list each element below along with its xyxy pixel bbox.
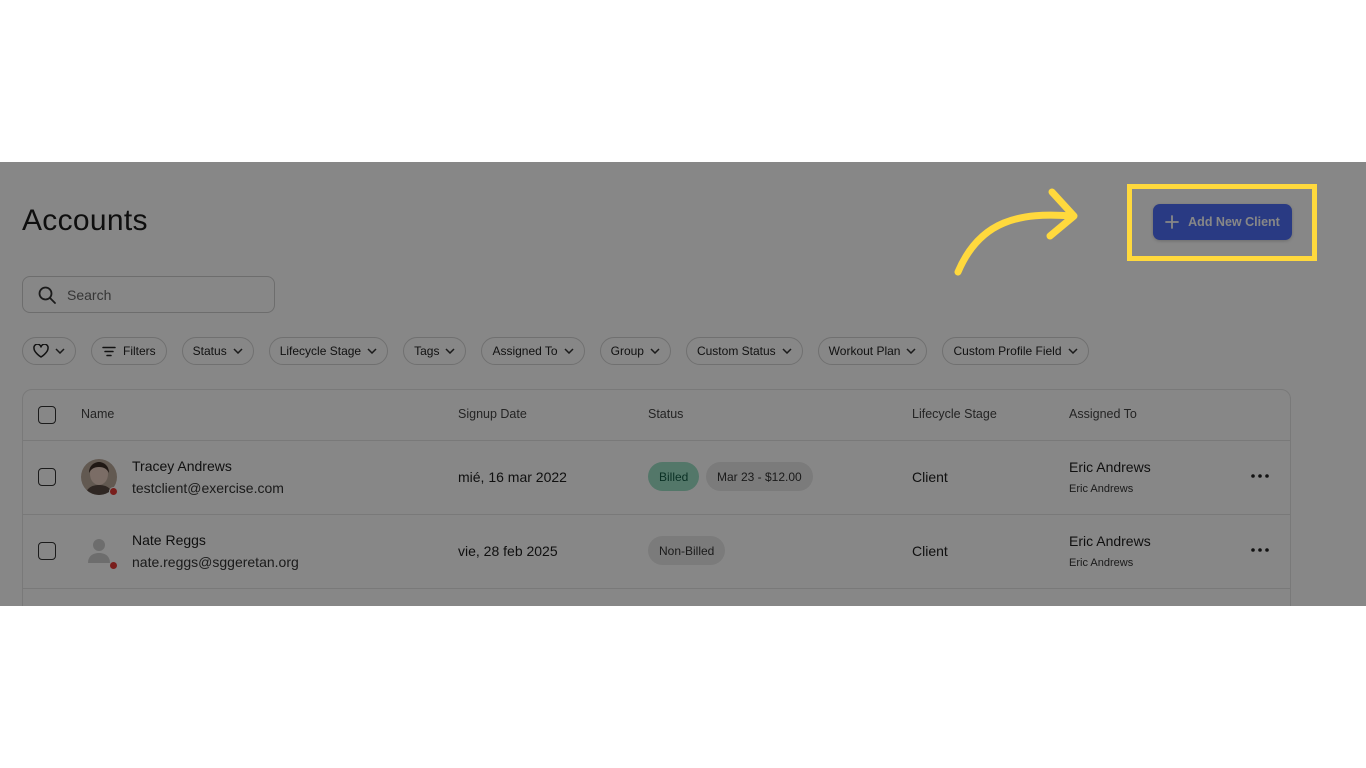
- column-header-lifecycle-stage[interactable]: Lifecycle Stage: [912, 407, 997, 421]
- chevron-down-icon: [233, 348, 243, 354]
- lifecycle-stage-filter[interactable]: Lifecycle Stage: [268, 337, 389, 365]
- chevron-down-icon: [1068, 348, 1078, 354]
- search-box[interactable]: [22, 276, 275, 313]
- chevron-down-icon: [55, 348, 65, 354]
- status-badge: Non-Billed: [648, 536, 726, 565]
- client-name[interactable]: Tracey Andrews: [132, 458, 232, 474]
- chevron-down-icon: [445, 348, 455, 354]
- column-header-status[interactable]: Status: [648, 407, 683, 421]
- page-title: Accounts: [22, 204, 148, 237]
- assigned-to-sub: Eric Andrews: [1069, 483, 1134, 495]
- table-row[interactable]: Nate Reggs nate.reggs@sggeretan.org vie,…: [23, 514, 1290, 589]
- select-all-checkbox[interactable]: [38, 406, 56, 424]
- filter-label: Custom Status: [696, 344, 776, 358]
- custom-profile-field-filter[interactable]: Custom Profile Field: [942, 337, 1089, 365]
- favorites-filter[interactable]: [22, 337, 76, 365]
- column-header-assigned-to[interactable]: Assigned To: [1069, 407, 1137, 421]
- more-options-icon[interactable]: [1251, 468, 1271, 484]
- row-checkbox[interactable]: [38, 542, 56, 560]
- chevron-down-icon: [906, 348, 917, 354]
- filter-bar: Filters Status Lifecycle Stage Tags Assi…: [22, 337, 1089, 365]
- status-badge: Billed: [648, 462, 700, 491]
- client-email: testclient@exercise.com: [132, 480, 284, 496]
- tags-filter[interactable]: Tags: [403, 337, 467, 365]
- search-input[interactable]: [65, 285, 259, 304]
- status-dot: [109, 487, 118, 496]
- clients-table: Name Signup Date Status Lifecycle Stage …: [22, 389, 1291, 606]
- lifecycle-stage: Client: [912, 469, 948, 485]
- column-header-name[interactable]: Name: [81, 407, 114, 421]
- filter-label: Tags: [414, 344, 440, 358]
- custom-status-filter[interactable]: Custom Status: [685, 337, 803, 365]
- filter-label: Status: [192, 344, 227, 358]
- lifecycle-stage: Client: [912, 543, 948, 559]
- table-row[interactable]: Tracey Andrews testclient@exercise.com m…: [23, 440, 1290, 515]
- client-name[interactable]: Nate Reggs: [132, 532, 206, 548]
- assigned-to-sub: Eric Andrews: [1069, 557, 1134, 569]
- status-filter[interactable]: Status: [181, 337, 254, 365]
- assigned-to: Eric Andrews: [1069, 459, 1151, 475]
- search-icon: [37, 285, 57, 305]
- filter-lines-icon: [102, 346, 116, 357]
- more-options-icon[interactable]: [1251, 542, 1271, 558]
- highlight-frame: [1127, 184, 1317, 261]
- chevron-down-icon: [564, 348, 574, 354]
- filter-label: Workout Plan: [828, 344, 901, 358]
- chevron-down-icon: [367, 348, 377, 354]
- filter-label: Custom Profile Field: [953, 344, 1062, 358]
- filter-label: Group: [610, 344, 644, 358]
- assigned-to-filter[interactable]: Assigned To: [481, 337, 585, 365]
- filter-label: Assigned To: [492, 344, 558, 358]
- row-checkbox[interactable]: [38, 468, 56, 486]
- client-email: nate.reggs@sggeretan.org: [132, 554, 299, 570]
- status-dot: [109, 561, 118, 570]
- column-header-signup-date[interactable]: Signup Date: [458, 407, 527, 421]
- chevron-down-icon: [782, 348, 792, 354]
- signup-date: vie, 28 feb 2025: [458, 543, 558, 559]
- group-filter[interactable]: Group: [599, 337, 671, 365]
- filters-button[interactable]: Filters: [91, 337, 167, 365]
- workout-plan-filter[interactable]: Workout Plan: [817, 337, 928, 365]
- filter-label: Lifecycle Stage: [279, 344, 362, 358]
- arrow-icon: [954, 188, 1078, 276]
- assigned-to: Eric Andrews: [1069, 533, 1151, 549]
- filter-label: Filters: [123, 344, 156, 358]
- signup-date: mié, 16 mar 2022: [458, 469, 567, 485]
- table-header: Name Signup Date Status Lifecycle Stage …: [23, 390, 1290, 441]
- heart-icon: [33, 344, 49, 358]
- billing-badge: Mar 23 - $12.00: [706, 462, 813, 491]
- chevron-down-icon: [650, 348, 660, 354]
